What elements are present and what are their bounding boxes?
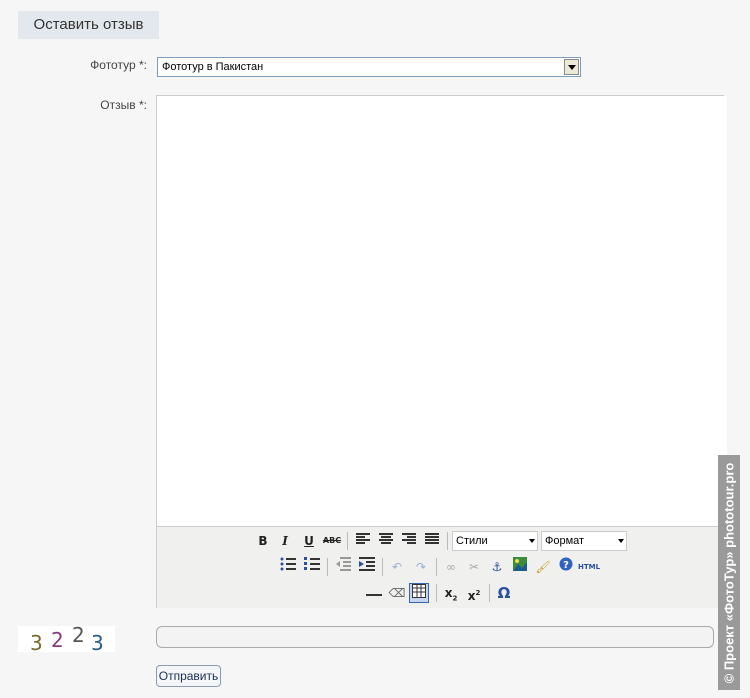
chevron-down-icon[interactable] [564, 59, 579, 75]
chevron-down-icon [529, 539, 535, 543]
toolbar-separator [489, 584, 490, 602]
redo-icon[interactable]: ↷ [411, 557, 431, 577]
html-source-button[interactable]: HTML [577, 557, 601, 577]
bold-button[interactable]: B [253, 531, 273, 551]
captcha-digit: 3 [30, 631, 43, 655]
unlink-icon[interactable]: ✂ [464, 557, 484, 577]
underline-button[interactable]: U [299, 531, 319, 551]
review-required-mark: *: [138, 98, 147, 112]
align-justify-icon[interactable] [422, 531, 442, 551]
tour-select[interactable]: Фототур в Пакистан [157, 57, 581, 77]
submit-button[interactable]: Отправить [156, 665, 221, 687]
toolbar-separator [436, 558, 437, 576]
special-char-button[interactable]: Ω [494, 583, 514, 603]
image-icon[interactable] [510, 557, 530, 577]
superscript-icon[interactable]: x2 [464, 583, 484, 603]
leave-review-tab[interactable]: Оставить отзыв [18, 11, 159, 39]
strikethrough-button[interactable]: ABC [322, 531, 342, 551]
link-icon[interactable]: ∞ [441, 557, 461, 577]
italic-button[interactable]: I [275, 531, 295, 551]
format-dropdown-label: Формат [545, 535, 585, 547]
subscript-icon[interactable]: x2 [441, 583, 461, 603]
review-textarea[interactable] [157, 96, 727, 530]
horizontal-rule-icon[interactable] [364, 583, 384, 603]
format-dropdown[interactable]: Формат [541, 531, 627, 551]
toolbar-separator [327, 558, 328, 576]
chevron-down-icon [618, 539, 624, 543]
captcha-digit: 2 [51, 628, 64, 652]
align-right-icon[interactable] [399, 531, 419, 551]
indent-icon[interactable] [357, 557, 377, 577]
table-icon[interactable] [409, 583, 429, 603]
toolbar-separator [347, 532, 348, 550]
tour-label-text: Фототур [90, 58, 136, 72]
svg-text:?: ? [563, 560, 569, 571]
toolbar-separator [436, 584, 437, 602]
review-label-text: Отзыв [100, 98, 136, 112]
outdent-icon[interactable] [333, 557, 353, 577]
align-center-icon[interactable] [376, 531, 396, 551]
watermark: © Проект «ФотоТур» phototour.pro [718, 455, 740, 690]
help-icon[interactable]: ? [556, 557, 576, 577]
captcha-input[interactable] [156, 626, 714, 648]
bullet-list-icon[interactable] [278, 557, 298, 577]
watermark-text: © Проект «ФотоТур» phototour.pro [721, 462, 737, 683]
toolbar-separator [447, 532, 448, 550]
styles-dropdown[interactable]: Стили [452, 531, 538, 551]
cleanup-brush-icon[interactable]: 🖌 [533, 557, 553, 577]
tour-select-value: Фототур в Пакистан [162, 61, 264, 73]
numbered-list-icon[interactable] [302, 557, 322, 577]
captcha-digit: 2 [72, 623, 85, 647]
review-editor: B I U ABC Стили Формат ↶ ↷ ∞ ✂ ⚓ 🖌 ? HTM… [156, 95, 727, 608]
toolbar-separator [382, 558, 383, 576]
review-label: Отзыв *: [40, 98, 147, 112]
captcha-digit: 3 [91, 631, 104, 655]
undo-icon[interactable]: ↶ [387, 557, 407, 577]
captcha-image: 3 2 2 3 [18, 623, 115, 655]
editor-toolbar: B I U ABC Стили Формат ↶ ↷ ∞ ✂ ⚓ 🖌 ? HTM… [157, 526, 723, 608]
tour-required-mark: *: [138, 58, 147, 72]
align-left-icon[interactable] [353, 531, 373, 551]
styles-dropdown-label: Стили [456, 535, 488, 547]
tour-label: Фототур *: [40, 58, 147, 72]
eraser-icon[interactable]: ⌫ [387, 583, 407, 603]
anchor-icon[interactable]: ⚓ [487, 557, 507, 577]
